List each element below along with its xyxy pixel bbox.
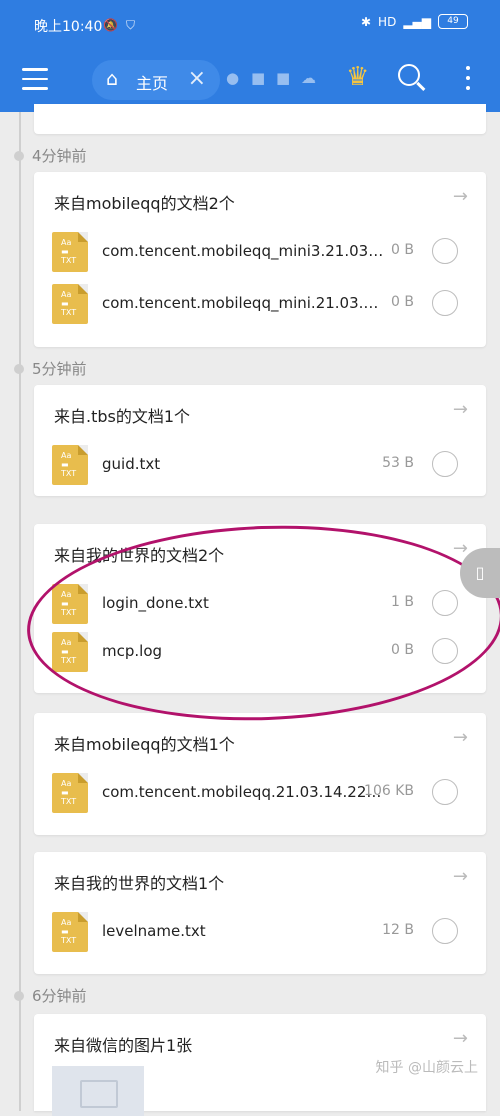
- mute-icon: 🔕: [103, 18, 118, 32]
- timeline-dot: [14, 364, 24, 374]
- card-title: 来自.tbs的文档1个: [54, 407, 191, 426]
- file-name: com.tencent.mobileqq_mini3.21.03.14.…: [102, 242, 384, 260]
- arrow-right-icon[interactable]: →: [453, 399, 468, 420]
- battery-icon: 49: [438, 14, 468, 29]
- cloud-icon[interactable]: ☁: [301, 69, 316, 87]
- timeline-dot: [14, 151, 24, 161]
- file-row[interactable]: Aa ▬ TXT guid.txt 53 B: [52, 443, 472, 487]
- shield-icon: ⛉: [126, 18, 136, 32]
- file-size: 0 B: [391, 242, 414, 258]
- file-name: levelname.txt: [102, 922, 206, 940]
- text-file-icon: Aa ▬ TXT: [52, 445, 88, 485]
- card-title: 来自mobileqq的文档1个: [54, 735, 235, 754]
- file-row[interactable]: Aa ▬ TXT levelname.txt 12 B: [52, 910, 472, 954]
- bluetooth-icon: ✱: [360, 14, 372, 29]
- timeline-dot: [14, 991, 24, 1001]
- arrow-right-icon[interactable]: →: [453, 866, 468, 887]
- menu-icon[interactable]: [22, 68, 48, 90]
- select-radio[interactable]: [432, 238, 458, 264]
- section-time: 4分钟前: [32, 147, 87, 165]
- video-icon[interactable]: ■: [276, 69, 290, 87]
- select-radio[interactable]: [432, 290, 458, 316]
- file-row[interactable]: Aa ▬ TXT com.tencent.mobileqq_mini3.21.03.…: [52, 230, 472, 274]
- watermark: 知乎 @山颜云上: [375, 1060, 478, 1076]
- file-name: com.tencent.mobileqq_mini.21.03.14.2…: [102, 294, 384, 312]
- file-size: 0 B: [391, 294, 414, 310]
- home-icon: ⌂: [106, 68, 119, 90]
- status-time: 晚上10:40: [34, 19, 103, 35]
- crown-icon[interactable]: ♛: [346, 62, 369, 92]
- file-group-card[interactable]: 来自我的世界的文档1个 → Aa ▬ TXT levelname.txt 12 B: [34, 852, 486, 974]
- app-bar: ⌂ 主页 × ● ■ ■ ☁ ♛: [0, 52, 500, 112]
- close-tab-icon[interactable]: ×: [188, 66, 206, 91]
- search-icon[interactable]: [398, 64, 420, 86]
- hd-icon: HD: [378, 14, 397, 29]
- text-file-icon: Aa ▬ TXT: [52, 912, 88, 952]
- more-icon[interactable]: [466, 66, 470, 96]
- arrow-right-icon[interactable]: →: [453, 727, 468, 748]
- image-thumbnail[interactable]: [52, 1066, 144, 1116]
- card-title: 来自微信的图片1张: [54, 1036, 193, 1055]
- previous-card[interactable]: [34, 104, 486, 134]
- file-size: 12 B: [382, 922, 414, 938]
- image-icon[interactable]: ■: [251, 69, 265, 87]
- file-row[interactable]: Aa ▬ TXT com.tencent.mobileqq_mini.21.03.1…: [52, 282, 472, 326]
- clock-icon[interactable]: ●: [226, 69, 239, 87]
- file-group-card[interactable]: 来自mobileqq的文档1个 → Aa ▬ TXT com.tencent.mob…: [34, 713, 486, 835]
- section-time: 6分钟前: [32, 987, 87, 1005]
- file-group-card[interactable]: 来自.tbs的文档1个 → Aa ▬ TXT guid.txt 53 B: [34, 385, 486, 496]
- arrow-right-icon[interactable]: →: [453, 186, 468, 207]
- timeline-line: [19, 112, 21, 1111]
- select-radio[interactable]: [432, 779, 458, 805]
- text-file-icon: Aa ▬ TXT: [52, 773, 88, 813]
- card-title: 来自mobileqq的文档2个: [54, 194, 235, 213]
- select-radio[interactable]: [432, 918, 458, 944]
- status-bar: 晚上10:40 🔕 ⛉ ✱ HD ▂▄▆ 49: [0, 0, 500, 52]
- signal-icon: ▂▄▆: [403, 14, 431, 29]
- tab-home-label: 主页: [136, 74, 169, 93]
- file-size: 106 KB: [364, 783, 414, 799]
- file-group-card[interactable]: 来自mobileqq的文档2个 → Aa ▬ TXT com.tencent.mob…: [34, 172, 486, 347]
- file-row[interactable]: Aa ▬ TXT com.tencent.mobileqq.21.03.14.22.…: [52, 771, 472, 815]
- section-time: 5分钟前: [32, 360, 87, 378]
- file-name: guid.txt: [102, 455, 161, 473]
- file-size: 53 B: [382, 455, 414, 471]
- file-name: com.tencent.mobileqq.21.03.14.22.log: [102, 783, 384, 801]
- card-title: 来自我的世界的文档1个: [54, 874, 225, 893]
- text-file-icon: Aa ▬ TXT: [52, 284, 88, 324]
- tab-home[interactable]: ⌂ 主页 ×: [92, 60, 220, 100]
- select-radio[interactable]: [432, 451, 458, 477]
- text-file-icon: Aa ▬ TXT: [52, 232, 88, 272]
- arrow-right-icon[interactable]: →: [453, 1028, 468, 1049]
